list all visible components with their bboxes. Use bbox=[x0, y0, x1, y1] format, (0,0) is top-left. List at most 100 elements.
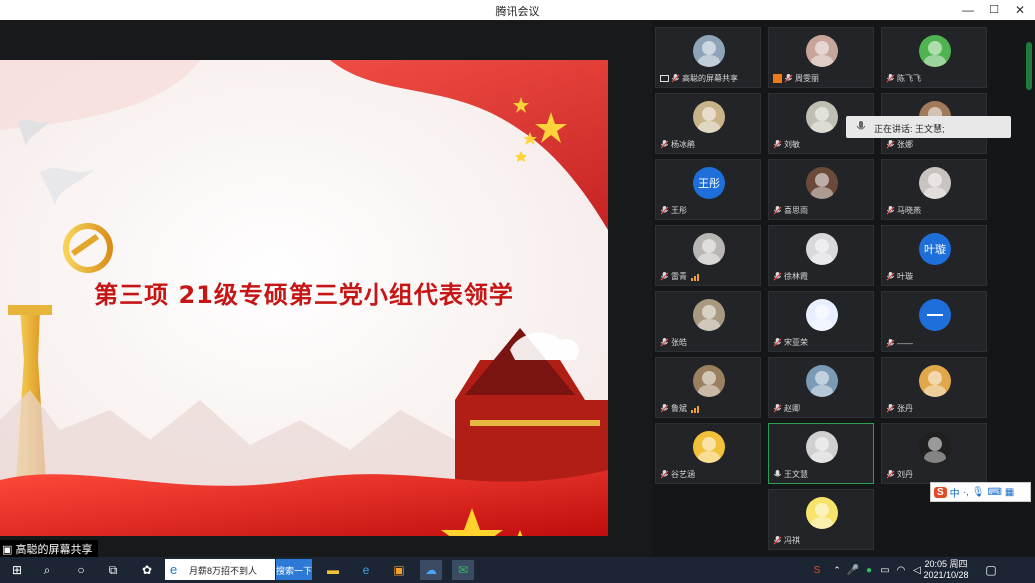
participant-name: 雷青 bbox=[671, 272, 687, 281]
participant-tile[interactable]: 王彤 王彤 bbox=[655, 159, 761, 220]
windows-start-icon[interactable]: ⊞ bbox=[6, 560, 28, 580]
mic-icon bbox=[773, 404, 782, 413]
mic-icon bbox=[671, 74, 680, 83]
participant-avatar bbox=[806, 167, 838, 199]
participant-avatar bbox=[806, 35, 838, 67]
participant-name-row: 张皓 bbox=[660, 337, 687, 348]
file-explorer-icon[interactable]: ▬ bbox=[322, 560, 344, 580]
gallery-scrollbar[interactable] bbox=[1026, 42, 1032, 90]
mic-icon bbox=[660, 272, 669, 281]
participant-tile[interactable]: 陈飞飞 bbox=[881, 27, 987, 88]
avatar-face bbox=[815, 503, 829, 517]
tray-sogou-icon[interactable]: S bbox=[806, 560, 828, 580]
system-clock[interactable]: 20:05 周四 2021/10/28 bbox=[922, 559, 970, 581]
participant-name: 叶璇 bbox=[897, 272, 913, 281]
punctuation-icon[interactable]: ·, bbox=[963, 487, 969, 498]
signal-bars-icon bbox=[691, 405, 699, 413]
mic-icon bbox=[773, 470, 782, 477]
participant-tile[interactable]: —— bbox=[881, 291, 987, 352]
avatar-face bbox=[815, 107, 829, 121]
shared-slide: 第三项 21级专硕第三党小组代表领学 bbox=[0, 60, 608, 536]
skin-icon[interactable]: ▦ bbox=[1005, 487, 1014, 498]
participant-tile[interactable]: 周雯丽 bbox=[768, 27, 874, 88]
search-icon[interactable]: ⌕ bbox=[36, 560, 58, 580]
participant-name: 赵卿 bbox=[784, 404, 800, 413]
participant-name: 马晓燕 bbox=[897, 206, 921, 215]
mic-icon bbox=[773, 206, 782, 215]
close-icon[interactable]: ✕ bbox=[1008, 1, 1032, 19]
participant-tile[interactable]: 赵卿 bbox=[768, 357, 874, 418]
participant-avatar bbox=[693, 233, 725, 265]
edge-icon[interactable]: e bbox=[355, 560, 377, 580]
wechat-icon[interactable]: ✉ bbox=[452, 560, 474, 580]
avatar-face bbox=[702, 41, 716, 55]
participant-tile[interactable]: 叶璇 叶璇 bbox=[881, 225, 987, 286]
participant-gallery[interactable]: 高聪的屏幕共享 周雯丽 陈飞飞 杨冰鹃 刘敏 张娜 王彤 王彤 喜思雨 马晓燕 雷青 徐林霞 叶璇 叶璇张… bbox=[652, 20, 1035, 557]
participant-tile[interactable]: 马晓燕 bbox=[881, 159, 987, 220]
participant-tile[interactable]: 王文慧 bbox=[768, 423, 874, 484]
cortana-icon[interactable]: ○ bbox=[70, 560, 92, 580]
participant-tile[interactable]: 徐林霞 bbox=[768, 225, 874, 286]
avatar-body bbox=[811, 385, 833, 397]
participant-name: 刘丹 bbox=[897, 470, 913, 479]
mic-icon bbox=[886, 140, 895, 149]
avatar-body bbox=[698, 121, 720, 133]
avatar-body bbox=[811, 121, 833, 133]
mic-icon bbox=[886, 404, 895, 413]
participant-name-row: —— bbox=[886, 339, 913, 348]
voice-icon[interactable]: 🎙 bbox=[972, 487, 985, 498]
maximize-icon[interactable]: ☐ bbox=[982, 1, 1006, 19]
participant-name: 刘敏 bbox=[784, 140, 800, 149]
participant-tile[interactable]: 冯祺 bbox=[768, 489, 874, 550]
web-search-button[interactable]: 搜索一下 bbox=[276, 559, 312, 580]
avatar-body bbox=[698, 55, 720, 67]
participant-tile[interactable]: 张皓 bbox=[655, 291, 761, 352]
web-search-box[interactable]: e 月薪8万招不到人 bbox=[165, 559, 275, 580]
participant-tile[interactable]: 鲁斌 bbox=[655, 357, 761, 418]
participant-name-row: 鲁斌 bbox=[660, 403, 701, 414]
participant-avatar bbox=[693, 431, 725, 463]
app-pinwheel-icon[interactable]: ✿ bbox=[136, 560, 158, 580]
task-view-icon[interactable]: ⧉ bbox=[102, 560, 124, 580]
participant-name-row: 王文慧 bbox=[773, 469, 808, 480]
avatar-initials: 叶璇 bbox=[924, 244, 946, 256]
participant-tile[interactable]: 杨冰鹃 bbox=[655, 93, 761, 154]
avatar-face bbox=[702, 371, 716, 385]
ime-mode[interactable]: 中 bbox=[950, 485, 960, 500]
avatar-face bbox=[815, 239, 829, 253]
participant-avatar bbox=[806, 365, 838, 397]
input-method-bar[interactable]: S 中 ·, 🎙 ⌨ ▦ bbox=[930, 482, 1031, 502]
notification-icon[interactable]: ▢ bbox=[980, 560, 1002, 580]
participant-name-row: 马晓燕 bbox=[886, 205, 921, 216]
avatar-face bbox=[928, 437, 942, 451]
participant-name-row: 叶璇 bbox=[886, 271, 913, 282]
participant-tile[interactable]: 喜思雨 bbox=[768, 159, 874, 220]
participant-tile[interactable]: 刘丹 bbox=[881, 423, 987, 484]
participant-tile[interactable]: 张丹 bbox=[881, 357, 987, 418]
participant-name: 王文慧 bbox=[784, 470, 808, 479]
participant-avatar bbox=[806, 299, 838, 331]
participant-tile[interactable]: 宋亚荣 bbox=[768, 291, 874, 352]
participant-name: 冯祺 bbox=[784, 536, 800, 545]
participant-tile[interactable]: 高聪的屏幕共享 bbox=[655, 27, 761, 88]
participant-tile[interactable]: 雷青 bbox=[655, 225, 761, 286]
mic-icon bbox=[773, 338, 782, 347]
avatar-body bbox=[924, 187, 946, 199]
avatar-face bbox=[815, 41, 829, 55]
avatar-face bbox=[702, 107, 716, 121]
avatar-body bbox=[811, 451, 833, 463]
tencent-meeting-icon[interactable]: ☁ bbox=[420, 560, 442, 580]
minimize-icon[interactable]: — bbox=[956, 1, 980, 19]
keyboard-icon[interactable]: ⌨ bbox=[987, 487, 1001, 498]
participant-name: 张娜 bbox=[897, 140, 913, 149]
participant-avatar bbox=[919, 35, 951, 67]
participant-tile[interactable]: 谷艺涵 bbox=[655, 423, 761, 484]
participant-avatar bbox=[693, 101, 725, 133]
sogou-icon[interactable]: S bbox=[934, 486, 947, 498]
mic-icon bbox=[660, 404, 669, 413]
participant-name: 张皓 bbox=[671, 338, 687, 347]
mic-icon bbox=[660, 338, 669, 347]
participant-avatar bbox=[806, 431, 838, 463]
app-icon[interactable]: ▣ bbox=[388, 560, 410, 580]
avatar-body bbox=[698, 319, 720, 331]
